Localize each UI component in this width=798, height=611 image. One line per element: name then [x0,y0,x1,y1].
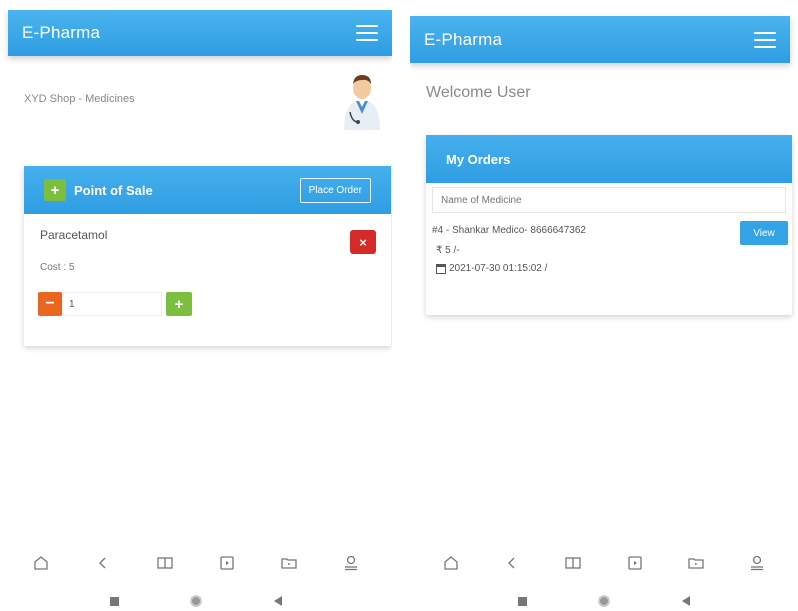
book-icon[interactable] [562,552,584,574]
home-button[interactable] [598,595,610,607]
app-title: E-Pharma [424,29,503,49]
profile-icon[interactable] [746,552,768,574]
increase-quantity-button[interactable]: + [166,292,192,316]
profile-icon[interactable] [340,552,362,574]
place-order-button[interactable]: Place Order [299,177,371,203]
home-icon[interactable] [440,552,462,574]
orders-screen: E-Pharma Welcome User My Orders #4 - Sha… [410,0,798,611]
back-chevron-icon[interactable] [92,552,114,574]
pos-card: + Point of Sale Place Order Paracetamol … [24,166,391,346]
pos-card-title: Point of Sale [74,182,153,198]
app-bar: E-Pharma [410,16,790,63]
app-bar: E-Pharma [8,10,392,56]
home-icon[interactable] [30,552,52,574]
folder-icon[interactable] [278,552,300,574]
doctor-avatar-icon [344,75,380,130]
back-button[interactable] [680,595,692,607]
add-icon[interactable]: + [44,179,66,201]
order-date: 2021-07-30 01:15:02 / [449,263,548,274]
menu-icon[interactable] [754,31,776,48]
back-button[interactable] [272,595,284,607]
item-name: Paracetamol [40,228,108,242]
shop-title: XYD Shop - Medicines [24,93,135,105]
orders-card: My Orders #4 - Shankar Medico- 866664736… [426,135,792,315]
welcome-text: Welcome User [426,84,531,101]
decrease-quantity-button[interactable]: − [38,292,62,316]
calendar-icon [436,263,446,274]
folder-icon[interactable] [685,552,707,574]
view-order-button[interactable]: View [740,221,788,245]
bottom-nav [410,548,798,578]
order-date-row: 2021-07-30 01:15:02 / [436,263,547,274]
orders-card-header: My Orders [426,135,792,183]
book-icon[interactable] [154,552,176,574]
menu-icon[interactable] [356,25,378,41]
system-nav-bar [410,592,798,610]
pos-card-header: + Point of Sale Place Order [24,166,391,214]
order-title: #4 - Shankar Medico- 8666647362 [432,225,586,236]
item-cost: Cost : 5 [40,262,75,273]
remove-item-button[interactable]: × [350,230,376,254]
media-icon[interactable] [624,552,646,574]
quantity-input[interactable] [62,292,162,316]
recent-apps-button[interactable] [516,595,528,607]
pos-screen: E-Pharma XYD Shop - Medicines + Point of… [0,0,392,611]
media-icon[interactable] [216,552,238,574]
app-title: E-Pharma [22,23,101,42]
system-nav-bar [0,592,392,610]
home-button[interactable] [190,595,202,607]
order-price: ₹ 5 /- [436,245,460,256]
medicine-search-input[interactable] [432,187,786,213]
bottom-nav [0,548,392,578]
back-chevron-icon[interactable] [501,552,523,574]
quantity-stepper: − + [38,292,192,316]
orders-card-title: My Orders [446,151,511,167]
recent-apps-button[interactable] [108,595,120,607]
